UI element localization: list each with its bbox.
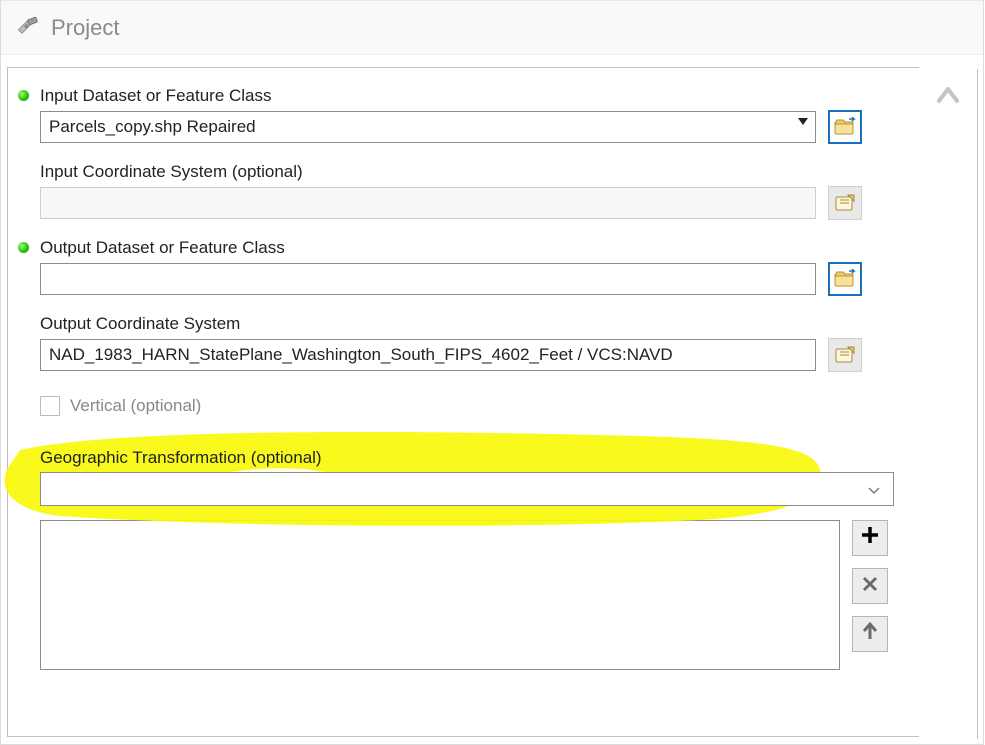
geo-transform-dropdown[interactable]: [40, 472, 894, 506]
label-geo-transform: Geographic Transformation (optional): [18, 448, 901, 468]
input-cs-field: [40, 187, 816, 219]
geo-transform-list[interactable]: [40, 520, 840, 670]
output-dataset-field[interactable]: [40, 263, 816, 295]
param-output-cs: Output Coordinate System: [18, 314, 901, 372]
browse-button[interactable]: [828, 110, 862, 144]
output-cs-field[interactable]: [40, 339, 816, 371]
window-title: Project: [51, 15, 119, 41]
right-splitter[interactable]: [977, 69, 983, 739]
x-icon: [861, 572, 879, 600]
label-text: Vertical (optional): [70, 396, 201, 416]
plus-icon: [860, 524, 880, 552]
param-vertical: Vertical (optional): [18, 396, 901, 420]
dropdown-caret-icon: [798, 118, 808, 125]
cs-properties-button[interactable]: [828, 338, 862, 372]
label-output-dataset: Output Dataset or Feature Class: [18, 238, 901, 258]
input-dataset-combo[interactable]: [40, 111, 816, 143]
status-dot-icon: [18, 90, 29, 101]
chevron-down-icon: [867, 483, 881, 499]
arrow-up-icon: [861, 620, 879, 648]
vertical-checkbox-label[interactable]: Vertical (optional): [40, 396, 201, 416]
param-input-dataset: Input Dataset or Feature Class: [18, 86, 901, 144]
status-dot-icon: [18, 242, 29, 253]
cs-properties-button[interactable]: [828, 186, 862, 220]
label-text: Output Dataset or Feature Class: [40, 238, 285, 257]
titlebar: Project: [1, 1, 983, 55]
scroll-up-icon[interactable]: [933, 81, 963, 117]
param-output-dataset: Output Dataset or Feature Class: [18, 238, 901, 296]
add-button[interactable]: [852, 520, 888, 556]
move-up-button[interactable]: [852, 616, 888, 652]
input-dataset-field[interactable]: [40, 111, 816, 143]
vertical-checkbox[interactable]: [40, 396, 60, 416]
label-text: Input Dataset or Feature Class: [40, 86, 272, 105]
param-input-cs: Input Coordinate System (optional): [18, 162, 901, 220]
browse-button[interactable]: [828, 262, 862, 296]
list-buttons: [852, 520, 888, 664]
label-input-cs: Input Coordinate System (optional): [18, 162, 901, 182]
param-geo-transform: Geographic Transformation (optional): [18, 448, 901, 670]
hammer-icon: [15, 14, 43, 42]
tool-dialog-window: Project Input Dataset or Feature Class: [0, 0, 984, 745]
parameters-panel: Input Dataset or Feature Class Input C: [7, 67, 919, 737]
label-input-dataset: Input Dataset or Feature Class: [18, 86, 901, 106]
remove-button[interactable]: [852, 568, 888, 604]
label-output-cs: Output Coordinate System: [18, 314, 901, 334]
